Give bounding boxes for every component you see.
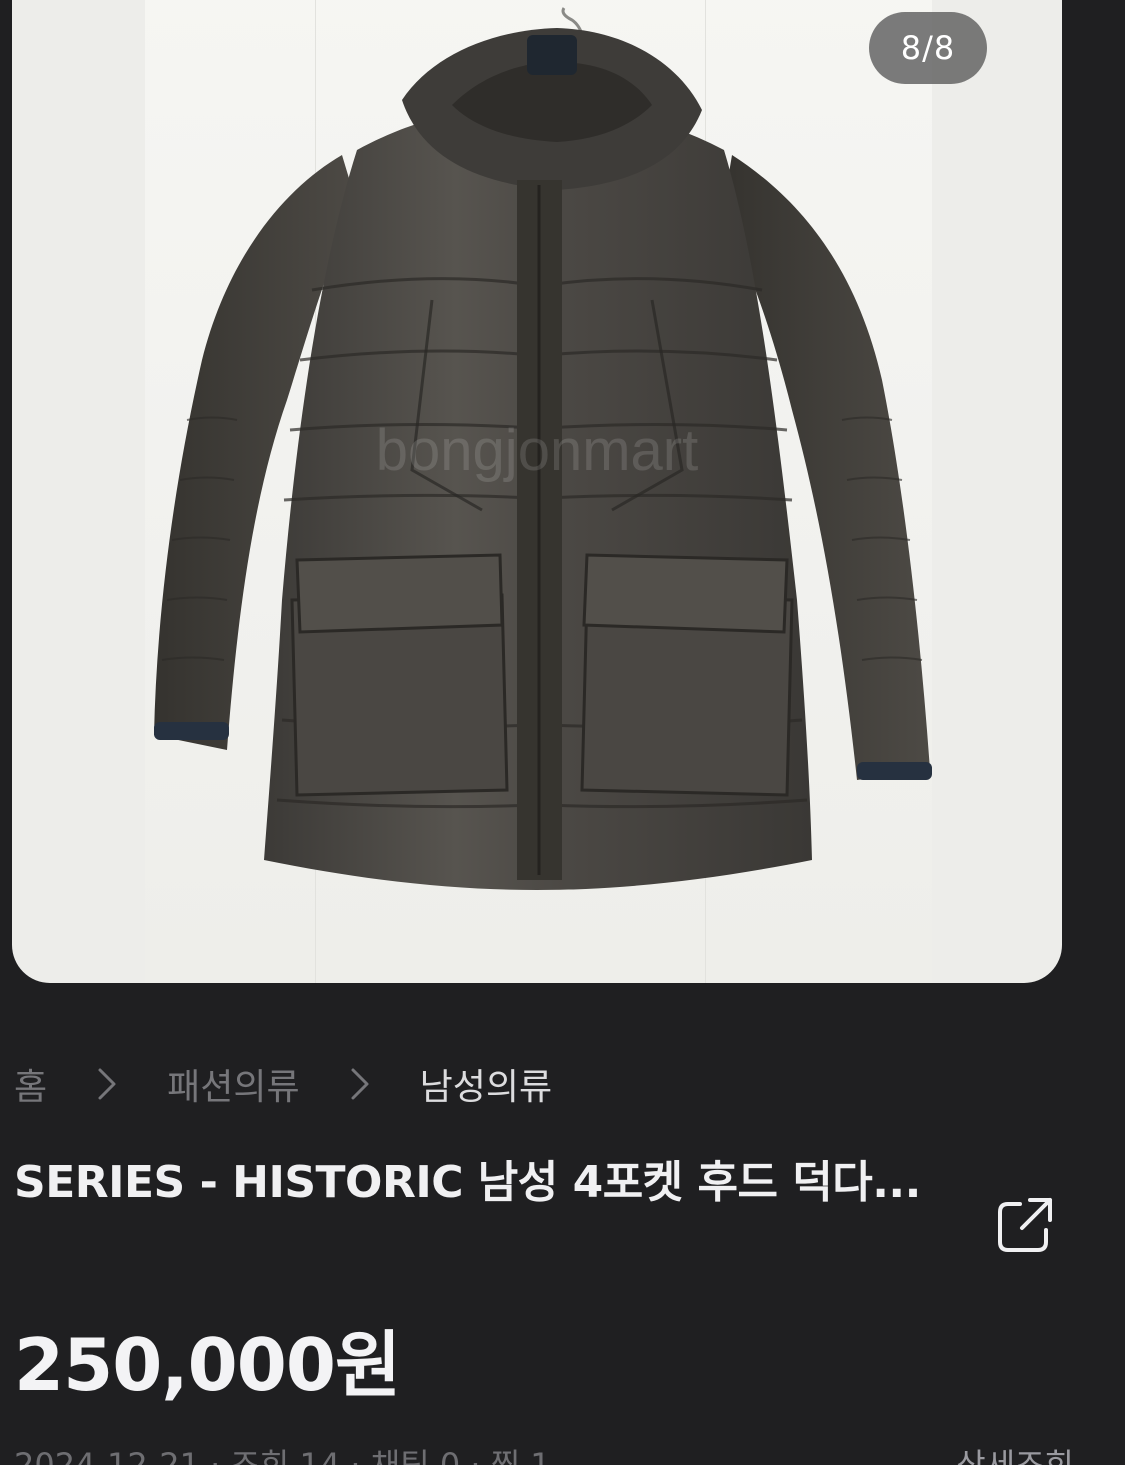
image-page-counter: 8/8: [869, 12, 987, 84]
breadcrumb-item-fashion[interactable]: 패션의류: [167, 1058, 299, 1110]
share-button[interactable]: [990, 1190, 1060, 1260]
detail-view-link[interactable]: 상세조회: [956, 1445, 1074, 1465]
product-title: SERIES - HISTORIC 남성 4포켓 후드 덕다...: [14, 1157, 921, 1208]
chevron-right-icon: [81, 1058, 133, 1110]
product-image-carousel[interactable]: bongjonmart 8/8: [12, 0, 1062, 983]
product-photo: bongjonmart: [154, 7, 932, 890]
breadcrumb-item-mens[interactable]: 남성의류: [420, 1058, 552, 1110]
meta-stats: 2024-12-21 · 조회 14 · 채팅 0 · 찜 1: [14, 1446, 551, 1465]
watermark-text: bongjonmart: [376, 418, 698, 483]
product-meta: 2024-12-21 · 조회 14 · 채팅 0 · 찜 1 상세조회: [14, 1445, 1114, 1465]
breadcrumb: 홈 패션의류 남성의류: [14, 1058, 552, 1110]
share-icon: [998, 1198, 1052, 1252]
breadcrumb-item-home[interactable]: 홈: [14, 1058, 47, 1110]
product-price: 250,000원: [14, 1323, 401, 1407]
product-detail-page: bongjonmart 8/8 홈 패션의류 남성의류 SERIES - HIS…: [0, 0, 1125, 1465]
chevron-right-icon: [334, 1058, 386, 1110]
